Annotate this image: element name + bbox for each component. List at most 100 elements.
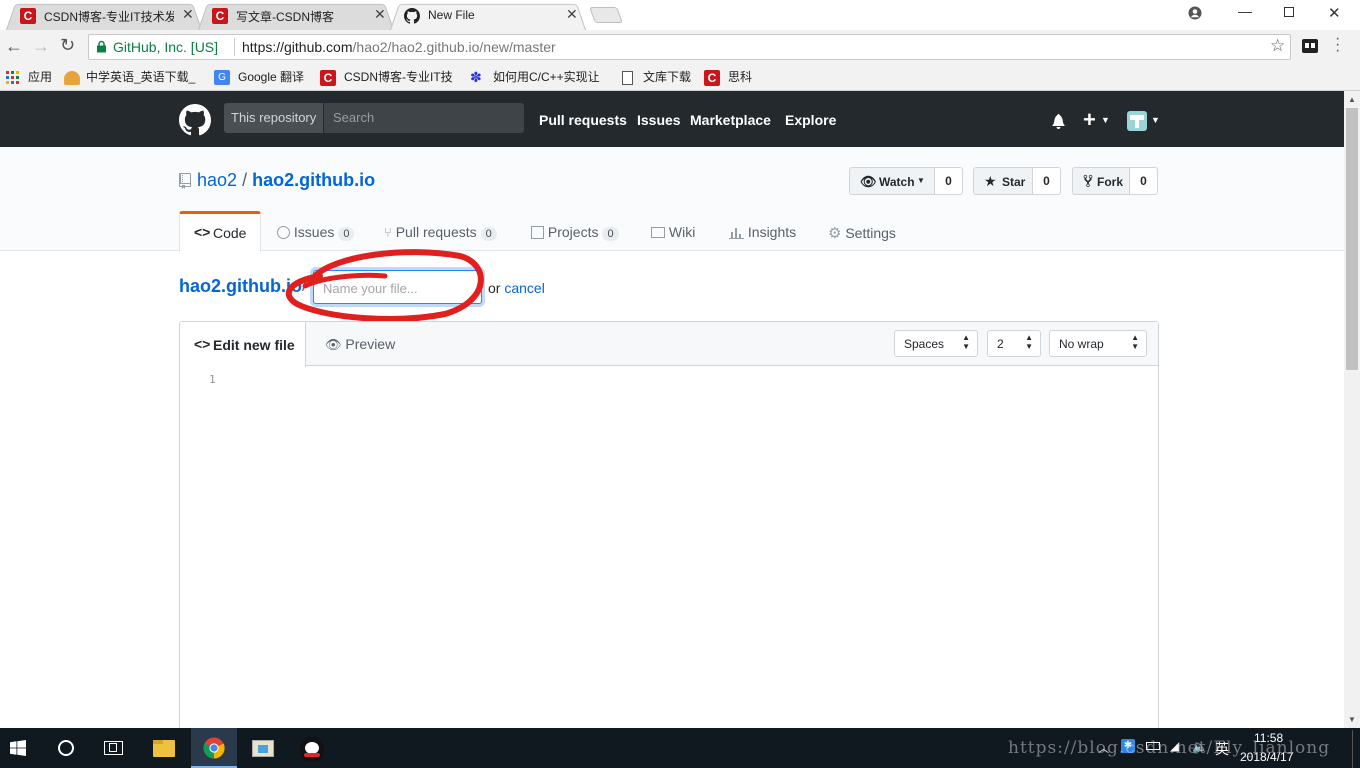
page-icon [622, 70, 633, 85]
browser-tab-csdn-1[interactable]: C CSDN博客-专业IT技术发 ✕ [6, 0, 202, 30]
csdn-icon: C [704, 69, 720, 86]
security-label: GitHub, Inc. [US] [113, 39, 219, 55]
browser-tab-new-file[interactable]: New File ✕ [390, 0, 586, 30]
issue-icon [277, 226, 290, 239]
code-textarea[interactable] [230, 368, 1150, 723]
forward-icon[interactable]: → [32, 36, 50, 57]
or-cancel: or cancel [488, 280, 545, 296]
repo-name-link[interactable]: hao2.github.io [252, 170, 375, 190]
bookmark-google-translate[interactable]: G Google 翻译 [214, 68, 304, 86]
windows-start-icon[interactable] [10, 740, 26, 756]
bell-icon[interactable] [1051, 113, 1066, 129]
tab-code[interactable]: <> Code [179, 211, 261, 252]
close-icon[interactable]: ✕ [374, 6, 386, 23]
file-explorer-icon[interactable] [153, 740, 175, 757]
scroll-down-arrow-icon[interactable]: ▼ [1348, 715, 1356, 724]
scroll-up-arrow-icon[interactable]: ▲ [1348, 95, 1356, 104]
star-bookmark-icon[interactable]: ☆ [1270, 36, 1285, 56]
star-button[interactable]: ★ Star [973, 167, 1033, 195]
translate-icon: G [214, 70, 230, 86]
indent-size-select[interactable]: 2 ▲ ▼ [987, 330, 1041, 357]
menu-icon[interactable]: · · · [1335, 31, 1340, 59]
reload-icon[interactable]: ↻ [60, 35, 75, 56]
bookmark-wenku[interactable]: 文库下载 [622, 68, 691, 86]
wrap-mode-select[interactable]: No wrap ▲ ▼ [1049, 330, 1147, 357]
bookmark-english[interactable]: 中学英语_英语下载_ [64, 68, 195, 86]
new-tab-button[interactable] [589, 7, 623, 23]
restore-icon[interactable] [1284, 7, 1294, 17]
tab-title: 写文章-CSDN博客 [236, 10, 334, 24]
fork-icon [1083, 174, 1093, 188]
tab-projects[interactable]: Projects 0 [531, 224, 619, 241]
task-view-icon[interactable] [104, 741, 123, 755]
tab-edit-new-file[interactable]: <> Edit new file [180, 322, 306, 367]
lock-icon [97, 40, 106, 53]
fork-button[interactable]: Fork [1072, 167, 1130, 195]
url-text[interactable]: https://github.com/hao2/hao2.github.io/n… [242, 39, 556, 55]
csdn-icon: C [320, 69, 336, 86]
plus-icon[interactable]: + [1083, 107, 1096, 133]
window-close-icon[interactable]: ✕ [1328, 4, 1341, 22]
select-arrows-icon: ▲ ▼ [962, 333, 970, 351]
repo-icon [179, 173, 191, 189]
profile-icon[interactable] [1188, 6, 1202, 20]
nav-pull-requests[interactable]: Pull requests [539, 112, 627, 128]
indent-mode-select[interactable]: Spaces ▲ ▼ [894, 330, 978, 357]
repo-owner-link[interactable]: hao2 [197, 170, 237, 190]
minimize-icon[interactable]: — [1238, 3, 1252, 19]
extension-icon[interactable] [1302, 39, 1318, 53]
search-input[interactable]: Search [333, 103, 374, 133]
pull-request-icon: ⑂ [384, 225, 392, 240]
chrome-taskbar-button[interactable] [191, 728, 237, 768]
breadcrumb-repo-link[interactable]: hao2.github.io [179, 276, 302, 297]
bookmark-cisco[interactable]: C 思科 [704, 68, 752, 86]
nav-issues[interactable]: Issues [637, 112, 681, 128]
tab-preview[interactable]: 👁 Preview [325, 336, 395, 353]
fork-count[interactable]: 0 [1130, 167, 1158, 195]
avatar[interactable] [1127, 111, 1147, 131]
browser-tab-csdn-2[interactable]: C 写文章-CSDN博客 ✕ [198, 0, 394, 30]
search-scope: This repository [224, 103, 324, 133]
tab-settings[interactable]: ⚙ Settings [828, 224, 896, 242]
watermark: https://blog.csdn.net/Fly_lianlong [1008, 738, 1331, 758]
star-icon: ★ [984, 173, 997, 189]
image-app-icon[interactable] [252, 740, 274, 757]
header-search[interactable]: This repository Search [224, 103, 524, 133]
back-icon[interactable]: ← [5, 36, 23, 57]
watch-button[interactable]: 👁 Watch ▼ [849, 167, 935, 195]
bookmark-csdn[interactable]: C CSDN博客-专业IT技 [320, 68, 453, 86]
bookmark-apps[interactable]: 应用 [6, 68, 52, 86]
eye-icon: 👁 [860, 174, 877, 189]
bookmark-baidu[interactable]: ✽ 如何用C/C++实现让 [470, 68, 600, 86]
tab-issues[interactable]: Issues 0 [277, 224, 355, 241]
close-icon[interactable]: ✕ [182, 6, 194, 23]
cancel-link[interactable]: cancel [504, 280, 544, 296]
csdn-icon: C [20, 8, 36, 24]
caret-down-icon: ▼ [917, 176, 925, 185]
star-count[interactable]: 0 [1033, 167, 1061, 195]
show-desktop-button[interactable] [1352, 730, 1360, 768]
apps-icon [6, 70, 19, 84]
caret-down-icon[interactable]: ▼ [1101, 115, 1110, 125]
cortana-icon[interactable] [58, 740, 74, 756]
pen-icon [64, 70, 80, 85]
watch-count[interactable]: 0 [935, 167, 963, 195]
tab-insights[interactable]: Insights [729, 224, 796, 240]
graph-icon [729, 228, 744, 239]
qq-icon[interactable] [300, 737, 324, 761]
tab-wiki[interactable]: Wiki [651, 224, 695, 240]
csdn-icon: C [212, 8, 228, 24]
scrollbar-thumb[interactable] [1346, 108, 1358, 370]
close-icon[interactable]: ✕ [566, 6, 578, 23]
nav-marketplace[interactable]: Marketplace [690, 112, 771, 128]
caret-down-icon[interactable]: ▼ [1151, 115, 1160, 125]
select-arrows-icon: ▲ ▼ [1025, 333, 1033, 351]
gear-icon: ⚙ [828, 225, 842, 242]
path-separator: / [242, 170, 248, 190]
code-icon: <> [194, 224, 211, 240]
tab-pull-requests[interactable]: ⑂ Pull requests 0 [384, 224, 497, 241]
book-icon [651, 227, 665, 238]
nav-explore[interactable]: Explore [785, 112, 836, 128]
github-icon [404, 8, 420, 24]
github-logo-icon[interactable] [179, 104, 211, 136]
